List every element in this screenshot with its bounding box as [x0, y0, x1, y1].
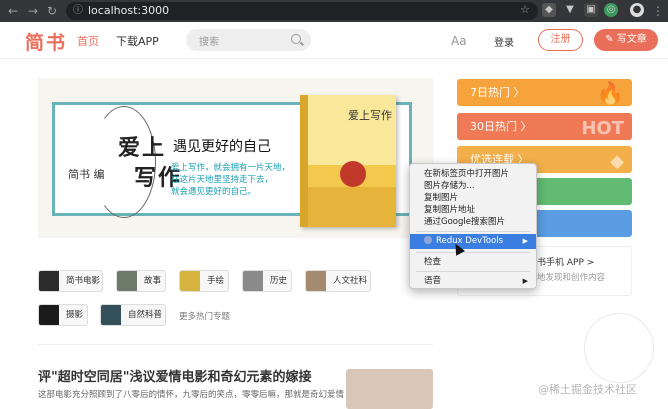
context-menu: 在新标签页中打开图片 图片存储为... 复制图片 复制图片地址 通过Google…	[409, 163, 537, 289]
ctx-redux-label: Redux DevTools	[436, 236, 504, 246]
ctx-speech-label: 语音	[424, 276, 442, 286]
book-cover-title: 爱上写作	[348, 109, 392, 122]
ctx-speech[interactable]: 语音 ▶	[410, 275, 536, 287]
topic-thumbnail	[180, 271, 200, 291]
topic-label: 人文社科	[333, 276, 368, 286]
book-spine	[300, 95, 308, 227]
ctx-search-google-image[interactable]: 通过Google搜索图片	[410, 216, 536, 228]
write-article-button[interactable]: ✎ 写文章	[594, 29, 658, 51]
side-card-30day-hot[interactable]: 30日热门 〉 HOT	[457, 113, 632, 140]
diamond-icon: ◆	[610, 151, 624, 172]
bookmark-star-icon[interactable]: ☆	[518, 3, 532, 17]
topic-item[interactable]: 人文社科	[305, 270, 371, 292]
banner-carousel[interactable]: 爱上 写作 简书 编 遇见更好的自己 爱上写作，就会拥有一片天地， 在这片天地里…	[38, 78, 433, 238]
reload-icon[interactable]: ↻	[47, 4, 57, 18]
click-ripple-decoration	[584, 313, 654, 383]
login-link[interactable]: 登录	[494, 34, 514, 49]
search-box[interactable]: 搜索	[186, 29, 311, 51]
banner-desc-line1: 爱上写作，就会拥有一片天地，	[171, 163, 291, 173]
ctx-separator	[416, 271, 530, 272]
write-article-label: 写文章	[616, 34, 647, 45]
ctx-open-image-new-tab[interactable]: 在新标签页中打开图片	[410, 168, 536, 180]
search-input[interactable]: 搜索	[199, 33, 219, 48]
extension-box-icon[interactable]: ▣	[584, 3, 598, 17]
topic-item[interactable]: 摄影	[38, 304, 88, 326]
topic-item[interactable]: 简书电影	[38, 270, 103, 292]
divider	[38, 344, 433, 345]
topic-item[interactable]: 自然科普	[100, 304, 166, 326]
search-icon[interactable]	[291, 34, 301, 44]
watermark: @稀土掘金技术社区	[538, 383, 637, 396]
ctx-redux-devtools[interactable]: Redux DevTools ▶	[410, 234, 536, 249]
topic-label: 历史	[270, 276, 288, 286]
ctx-inspect[interactable]: 检查	[410, 256, 536, 268]
extension-shield-icon[interactable]: ◆	[542, 3, 556, 17]
url-text: localhost:3000	[88, 4, 170, 17]
topic-thumbnail	[101, 305, 121, 325]
book-illustration-figure	[340, 161, 366, 187]
topic-item[interactable]: 历史	[242, 270, 292, 292]
topic-thumbnail	[243, 271, 263, 291]
ctx-copy-image[interactable]: 复制图片	[410, 192, 536, 204]
banner-description: 爱上写作，就会拥有一片天地， 在这片天地里坚持走下去， 就会遇见更好的自己。	[171, 162, 290, 198]
ctx-copy-image-address[interactable]: 复制图片地址	[410, 204, 536, 216]
topic-label: 手绘	[207, 276, 225, 286]
topic-label: 摄影	[66, 310, 84, 320]
menu-dots-icon[interactable]: ⋮	[652, 4, 664, 18]
redux-devtools-icon	[424, 236, 432, 244]
flame-icon: 🔥	[596, 82, 624, 107]
back-icon[interactable]: ←	[8, 4, 18, 18]
ctx-save-image-as[interactable]: 图片存储为...	[410, 180, 536, 192]
info-icon[interactable]: ⓘ	[73, 2, 83, 20]
nav-home-link[interactable]: 首页	[77, 33, 99, 49]
banner-desc-line3: 就会遇见更好的自己。	[171, 187, 257, 197]
nav-download-app-link[interactable]: 下载APP	[116, 33, 159, 49]
side-card-7day-hot[interactable]: 7日热门 〉 🔥	[457, 79, 632, 107]
banner-title-line1: 爱上	[118, 135, 167, 161]
topic-item[interactable]: 故事	[116, 270, 166, 292]
topic-thumbnail	[39, 271, 59, 291]
submenu-arrow-icon: ▶	[522, 277, 528, 285]
book-cover-image[interactable]: 爱上写作	[300, 95, 396, 227]
topic-item[interactable]: 手绘	[179, 270, 229, 292]
article-title[interactable]: 评"超时空同居"浅议爱情电影和奇幻元素的嫁接	[38, 366, 312, 385]
banner-publisher: 简书 编	[68, 168, 105, 181]
article-thumbnail[interactable]	[346, 369, 433, 409]
submenu-arrow-icon: ▶	[522, 237, 528, 245]
topic-thumbnail	[306, 271, 326, 291]
browser-toolbar: ← → ↻ ⓘ localhost:3000 ☆ ◆ ▼ ▣ ◎ ● ⋮	[0, 0, 668, 22]
side-card-label: 7日热门 〉	[470, 86, 525, 99]
site-logo[interactable]: 简书	[25, 28, 67, 55]
topic-label: 简书电影	[66, 276, 101, 286]
topic-label: 自然科普	[128, 310, 163, 320]
side-card-label: 30日热门 〉	[470, 120, 532, 133]
ctx-separator	[416, 231, 530, 232]
banner-desc-line2: 在这片天地里坚持走下去，	[171, 175, 274, 185]
ctx-separator	[416, 252, 530, 253]
app-promo-title[interactable]: 书手机 APP >	[537, 255, 594, 268]
app-promo-subtitle: 地发现和创作内容	[537, 273, 606, 283]
address-bar[interactable]: ⓘ localhost:3000	[66, 2, 538, 20]
topic-label: 故事	[144, 276, 162, 286]
more-topics-link[interactable]: 更多热门专题	[179, 310, 230, 322]
register-button[interactable]: 注册	[538, 29, 583, 51]
extension-vue-icon[interactable]: ▼	[563, 3, 577, 17]
book-sky	[308, 95, 396, 165]
font-size-toggle[interactable]: Aa	[451, 34, 467, 48]
book-illustration-field	[308, 187, 396, 227]
extension-green-icon[interactable]: ◎	[604, 3, 618, 17]
topic-thumbnail	[117, 271, 137, 291]
site-header: 简书 首页 下载APP 搜索 Aa 登录 注册 ✎ 写文章	[0, 22, 668, 59]
forward-icon[interactable]: →	[28, 4, 38, 18]
hot-badge: HOT	[581, 118, 624, 139]
profile-avatar-icon[interactable]: ●	[630, 3, 644, 17]
topic-thumbnail	[39, 305, 59, 325]
article-abstract: 这部电影充分照顾到了八零后的情怀，九零后的笑点，零零后嘛，那就是奇幻爱情	[38, 390, 345, 400]
banner-headline: 遇见更好的自己	[173, 139, 271, 155]
